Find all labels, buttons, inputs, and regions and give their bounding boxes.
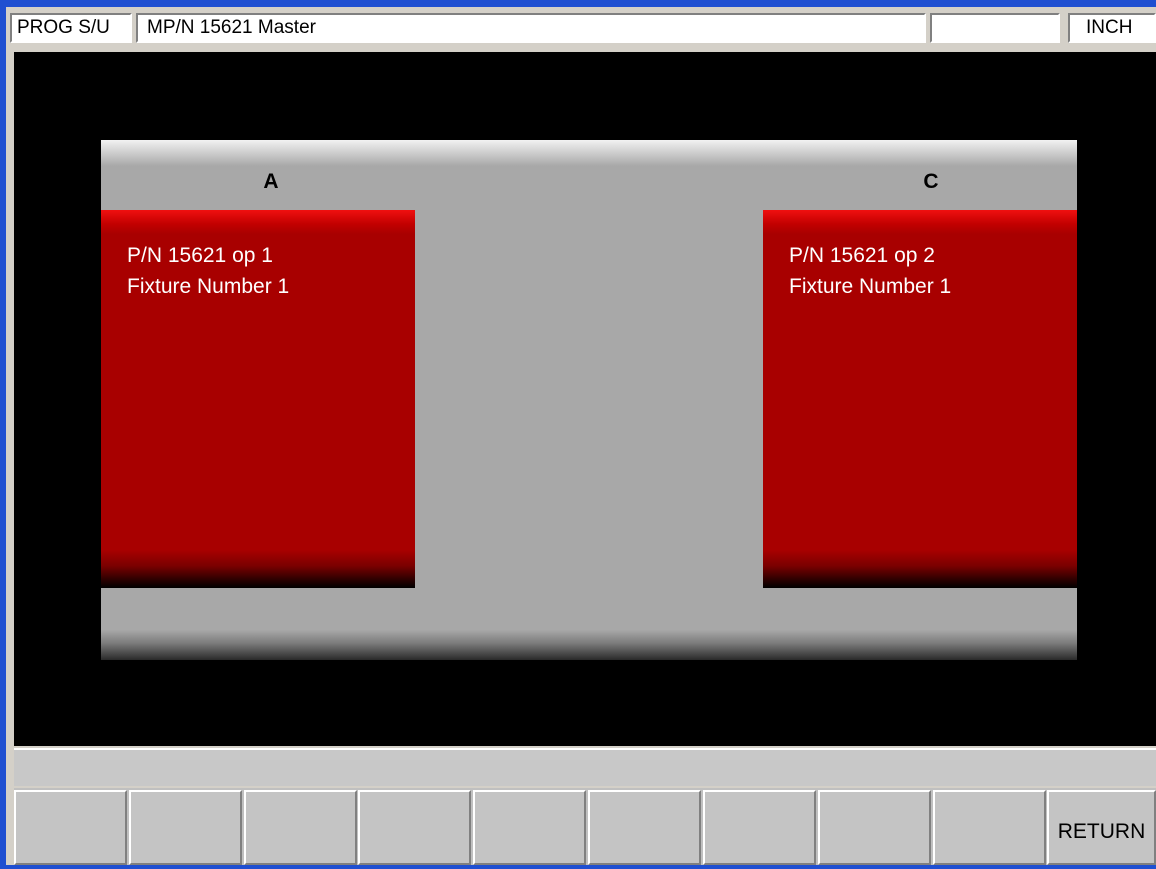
status-header: PROG S/U MP/N 15621 Master INCH [6,7,1156,49]
softkey-8[interactable] [818,790,931,865]
softkey-2[interactable] [129,790,242,865]
pallet-label-c: C [923,170,939,193]
cnc-setup-screen: PROG S/U MP/N 15621 Master INCH A C P/N … [0,0,1156,869]
mode-indicator: PROG S/U [10,13,132,43]
units-indicator: INCH [1068,13,1156,43]
softkey-7[interactable] [703,790,816,865]
softkey-1[interactable] [14,790,127,865]
fixture-c-part-number: P/N 15621 op 2 [789,244,935,267]
fixture-pallet-a[interactable]: P/N 15621 op 1 Fixture Number 1 [101,210,415,588]
fixture-a-info: P/N 15621 op 1 Fixture Number 1 [127,240,289,302]
status-field-blank [930,13,1060,43]
window-frame-left [0,0,6,869]
table-bottom-edge [101,630,1077,660]
softkey-9[interactable] [933,790,1046,865]
return-button[interactable]: RETURN [1047,790,1156,865]
softkey-5[interactable] [473,790,586,865]
window-frame-bottom [0,865,1156,869]
softkey-bar: RETURN [14,788,1156,865]
table-top-edge [101,140,1077,166]
softkey-4[interactable] [358,790,471,865]
softkey-6[interactable] [588,790,701,865]
fixture-a-part-number: P/N 15621 op 1 [127,244,273,267]
machine-table: A C P/N 15621 op 1 Fixture Number 1 P/N … [101,140,1077,660]
message-bar [14,748,1156,786]
program-name-field: MP/N 15621 Master [136,13,926,43]
softkey-3[interactable] [244,790,357,865]
fixture-pallet-c[interactable]: P/N 15621 op 2 Fixture Number 1 [763,210,1077,588]
fixture-c-info: P/N 15621 op 2 Fixture Number 1 [789,240,951,302]
window-frame-top [0,0,1156,7]
graphics-viewport: A C P/N 15621 op 1 Fixture Number 1 P/N … [14,52,1156,746]
pallet-label-a: A [263,170,279,193]
fixture-a-fixture-number: Fixture Number 1 [127,275,290,298]
fixture-c-fixture-number: Fixture Number 1 [789,275,952,298]
